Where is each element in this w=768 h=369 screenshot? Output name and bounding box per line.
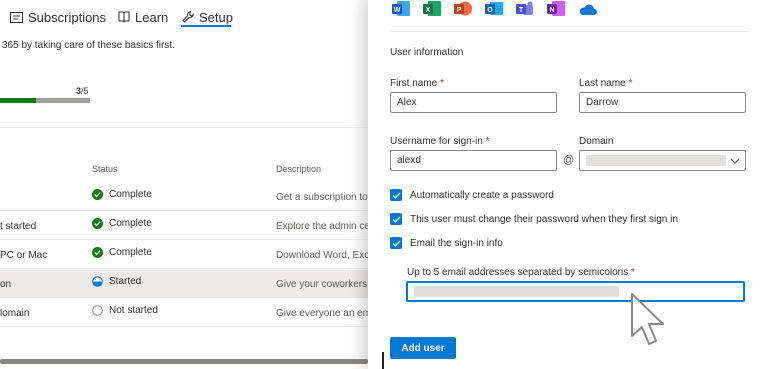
progress-count: 3/5 — [76, 86, 89, 96]
row-status: Complete — [92, 189, 152, 200]
last-name-label: Last name * — [579, 78, 633, 89]
row-task-name: PC or Mac — [0, 250, 48, 261]
username-label: Username for sign-in * — [390, 136, 490, 147]
table-row[interactable]: Complete Get a subscription to N — [0, 183, 380, 211]
row-status: Complete — [92, 247, 152, 258]
onenote-icon: N — [545, 0, 567, 16]
chevron-down-icon — [730, 158, 740, 164]
add-user-panel: W X P O T N User information First name … — [368, 0, 768, 369]
row-status-label: Complete — [109, 218, 152, 229]
row-task-name: t started — [0, 221, 37, 232]
svg-text:N: N — [549, 7, 554, 14]
row-status-label: Complete — [109, 189, 152, 200]
empty-circle-icon — [92, 305, 103, 316]
tab-subscriptions[interactable]: Subscriptions — [10, 6, 106, 28]
half-circle-icon — [92, 276, 103, 287]
row-status: Started — [92, 276, 141, 287]
row-description: Get a subscription to N — [276, 192, 376, 203]
row-description: Give your coworkers a — [276, 279, 376, 290]
powerpoint-icon: P — [452, 0, 474, 16]
checkbox-checked-icon — [390, 237, 402, 249]
complete-check-icon — [92, 247, 103, 258]
complete-check-icon — [92, 218, 103, 229]
tab-subscriptions-label: Subscriptions — [28, 9, 107, 25]
book-icon — [118, 11, 130, 23]
row-status-label: Complete — [109, 247, 152, 258]
row-status: Not started — [92, 305, 158, 316]
domain-dropdown[interactable] — [579, 150, 746, 171]
tab-setup-label: Setup — [199, 9, 233, 25]
panel-divider — [390, 31, 748, 32]
add-user-button[interactable]: Add user — [390, 337, 456, 359]
complete-check-icon — [92, 189, 103, 200]
row-status: Complete — [92, 218, 152, 229]
table-row[interactable]: PC or Mac Complete Download Word, Excel — [0, 241, 380, 269]
progress-bar — [0, 98, 90, 103]
domain-value-obscured — [586, 155, 726, 166]
app-icons-row: W X P O T N — [390, 0, 598, 16]
horizontal-scrollbar[interactable] — [0, 359, 368, 364]
column-header-description: Description — [276, 164, 322, 174]
word-icon: W — [390, 0, 412, 16]
table-row[interactable]: t started Complete Explore the admin cen — [0, 212, 380, 240]
intro-text: 365 by taking care of these basics first… — [2, 40, 175, 51]
checkbox-email-signin[interactable]: Email the sign-in info — [390, 237, 503, 249]
first-name-value: Alex — [397, 97, 417, 108]
checkbox-checked-icon — [390, 213, 402, 225]
divider — [0, 127, 380, 128]
checkbox-email-signin-label: Email the sign-in info — [410, 237, 503, 249]
checkbox-auto-password[interactable]: Automatically create a password — [390, 189, 554, 201]
row-description: Give everyone an ema — [276, 308, 376, 319]
svg-text:P: P — [457, 7, 462, 14]
outlook-icon: O — [483, 0, 505, 16]
first-name-label: First name * — [390, 78, 444, 89]
svg-text:O: O — [487, 7, 493, 14]
mouse-pointer-icon — [631, 293, 664, 345]
onedrive-icon — [576, 0, 598, 16]
email-addresses-label: Up to 5 email addresses separated by sem… — [407, 267, 635, 278]
username-input[interactable]: alexd — [390, 150, 557, 171]
tab-learn-label: Learn — [135, 9, 169, 25]
table-row[interactable]: lomain Not started Give everyone an ema — [0, 299, 380, 327]
subscriptions-icon — [10, 11, 23, 23]
checkbox-checked-icon — [390, 189, 402, 201]
checkbox-change-password[interactable]: This user must change their password whe… — [390, 213, 678, 225]
row-description: Explore the admin cen — [276, 221, 376, 232]
row-status-label: Started — [109, 276, 142, 287]
domain-label: Domain — [579, 136, 614, 147]
teams-icon: T — [514, 0, 536, 16]
svg-text:W: W — [394, 7, 401, 14]
username-value: alexd — [397, 155, 421, 166]
checkbox-change-password-label: This user must change their password whe… — [410, 213, 678, 225]
svg-text:T: T — [519, 7, 524, 14]
email-value-obscured — [414, 286, 619, 297]
column-header-status: Status — [92, 164, 118, 174]
tab-learn[interactable]: Learn — [118, 6, 168, 28]
text-caret — [382, 352, 384, 369]
row-task-name: on — [0, 279, 12, 290]
at-symbol: @ — [563, 154, 575, 166]
row-task-name: lomain — [0, 308, 30, 319]
excel-icon: X — [421, 0, 443, 16]
section-title: User information — [390, 47, 464, 58]
svg-text:X: X — [426, 7, 431, 14]
first-name-input[interactable]: Alex — [390, 92, 557, 113]
row-description: Download Word, Excel — [276, 250, 376, 261]
last-name-input[interactable]: Darrow — [579, 92, 746, 113]
last-name-value: Darrow — [586, 97, 619, 108]
table-row[interactable]: on Started Give your coworkers a — [0, 270, 380, 298]
progress-fill — [0, 98, 36, 103]
email-addresses-input[interactable] — [406, 281, 745, 302]
row-status-label: Not started — [109, 305, 158, 316]
checkbox-auto-password-label: Automatically create a password — [410, 189, 554, 201]
active-tab-indicator — [181, 25, 231, 27]
wrench-icon — [182, 11, 194, 23]
